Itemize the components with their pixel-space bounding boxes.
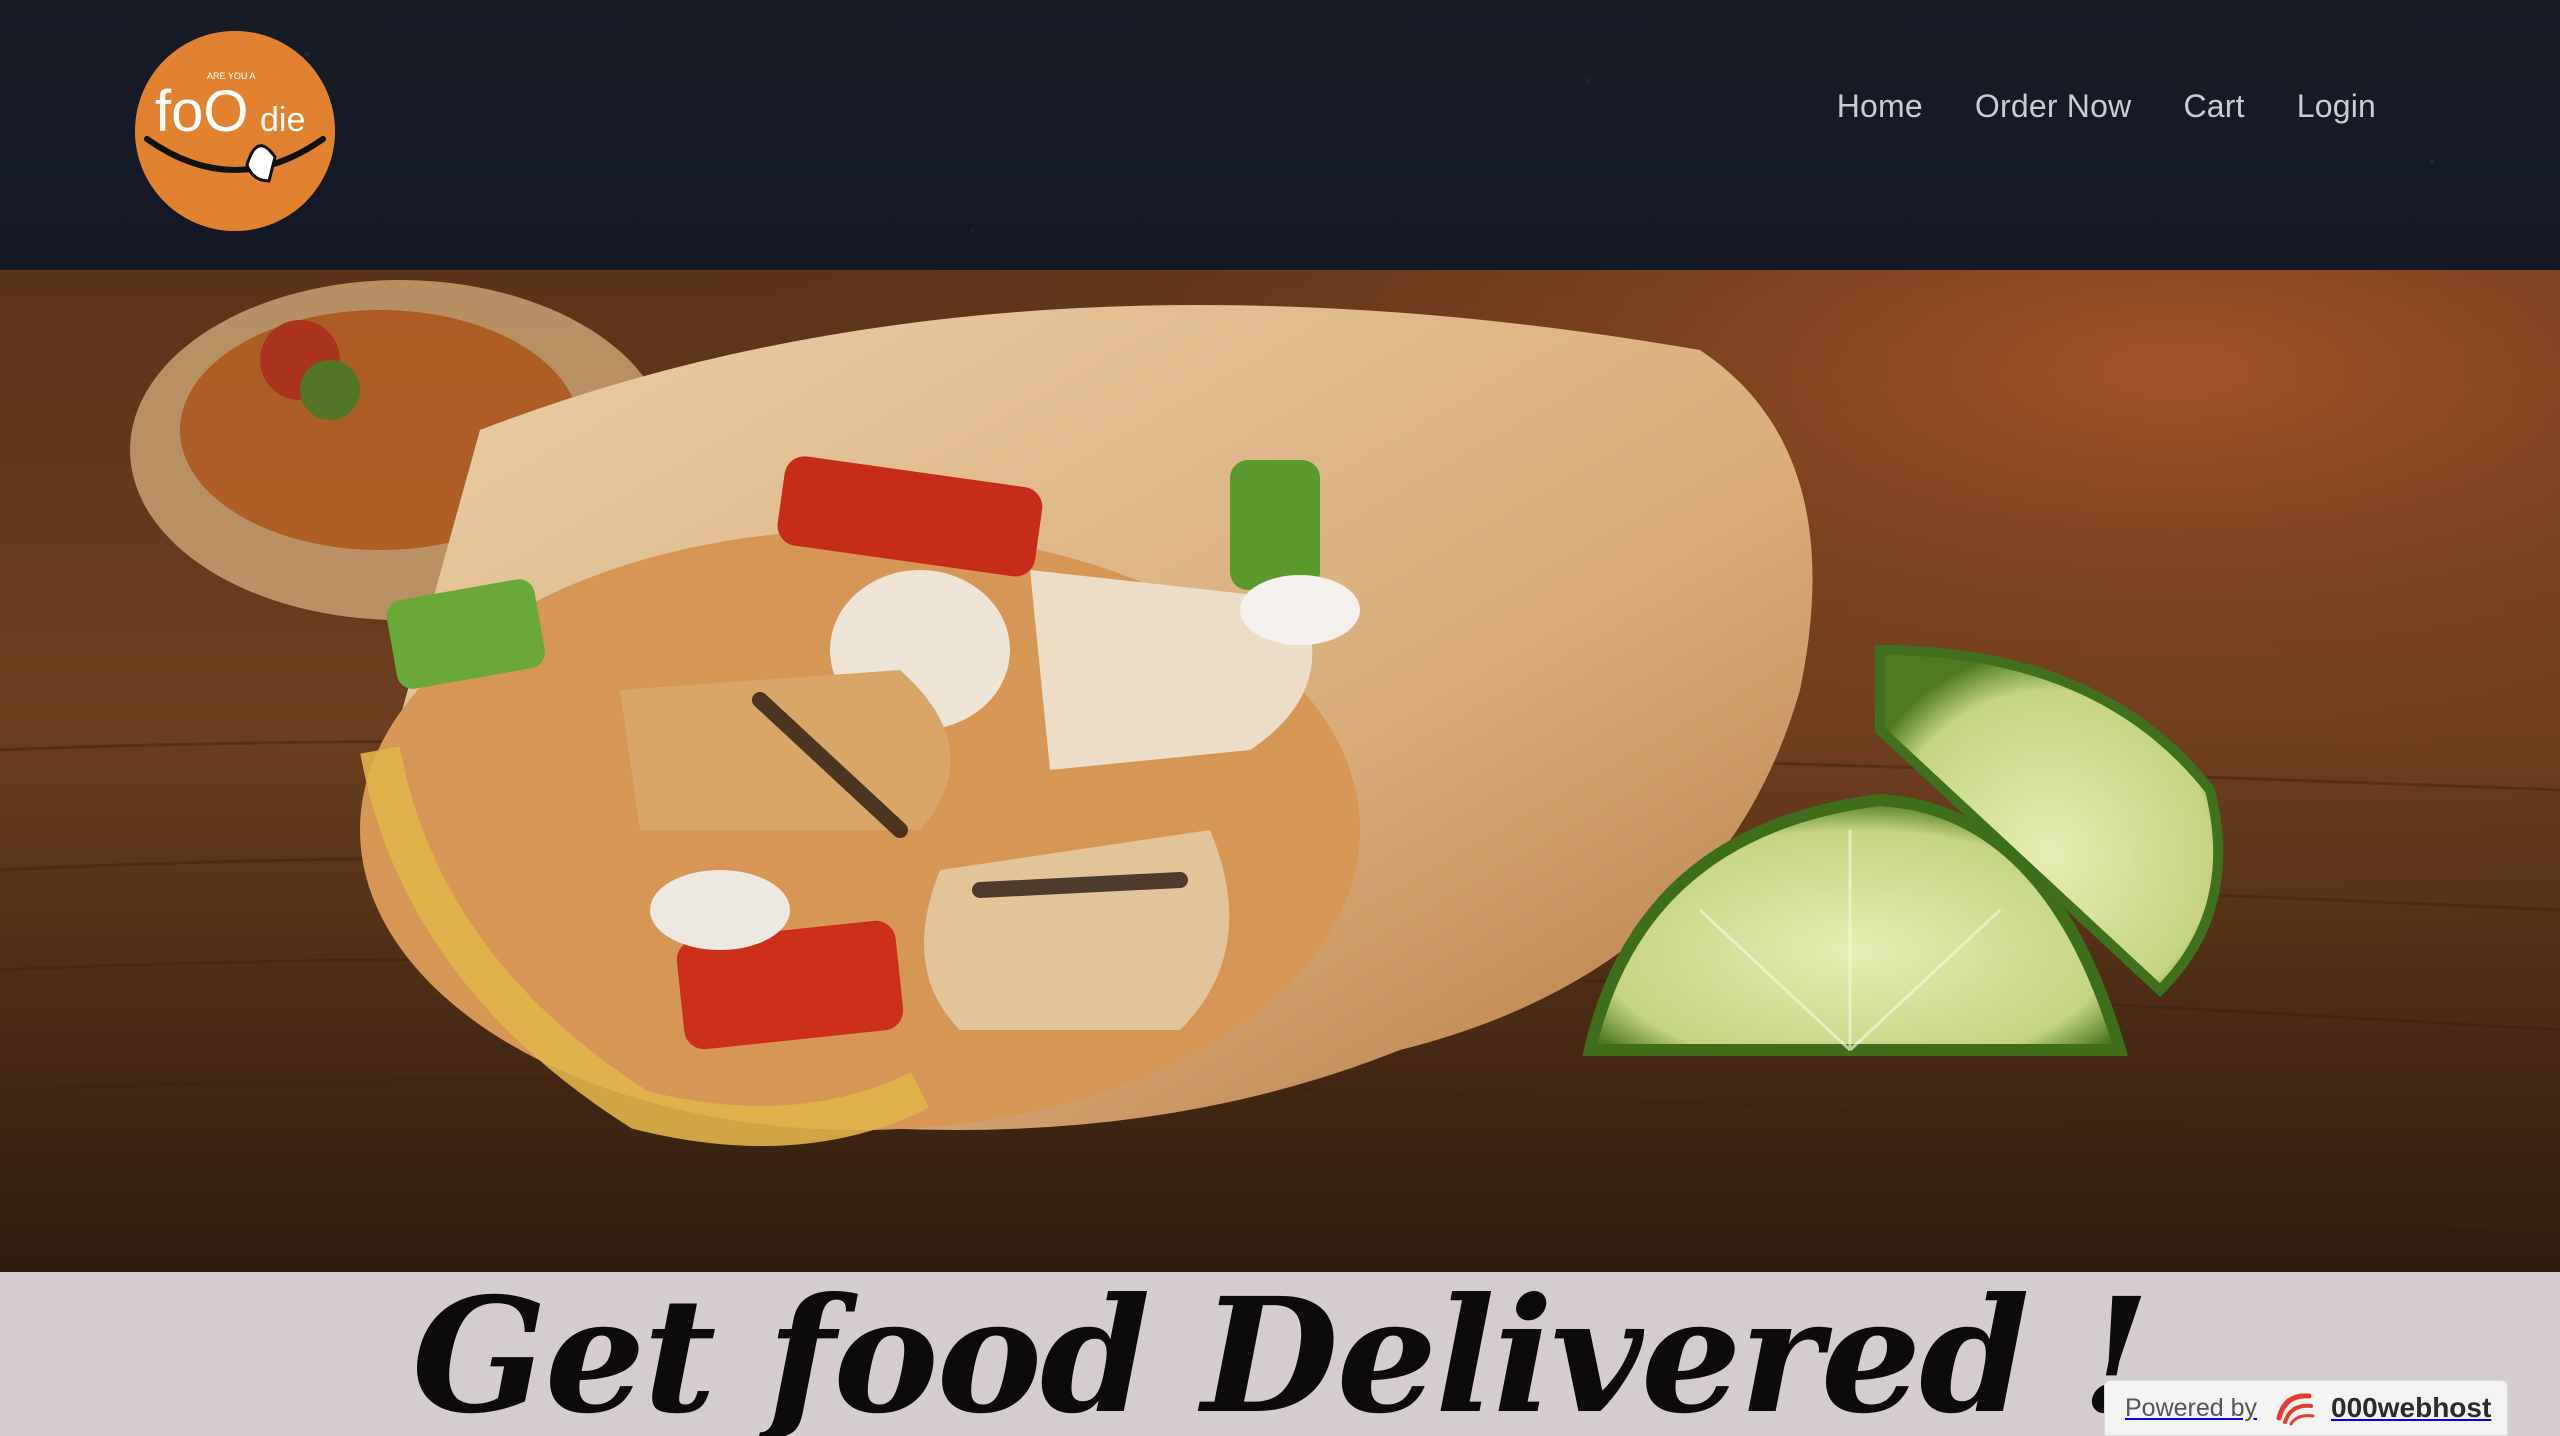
svg-text:die: die <box>260 101 305 139</box>
foodie-logo-icon: ARE YOU A foO die <box>135 31 335 231</box>
nav-cart-link[interactable]: Cart <box>2183 88 2244 125</box>
site-header: ARE YOU A foO die Home Order Now Cart Lo… <box>0 0 2560 270</box>
svg-text:foO: foO <box>155 79 249 144</box>
nav-order-now-link[interactable]: Order Now <box>1975 88 2132 125</box>
powered-by-badge[interactable]: Powered by 000webhost <box>2104 1380 2508 1436</box>
main-nav: Home Order Now Cart Login <box>1837 88 2376 125</box>
nav-login-link[interactable]: Login <box>2297 88 2376 125</box>
000webhost-logo-icon <box>2276 1393 2315 1426</box>
000webhost-label: 000webhost <box>2331 1392 2492 1423</box>
nav-home-link[interactable]: Home <box>1837 88 1923 125</box>
burrito-illustration <box>0 270 2560 1272</box>
hero-image <box>0 270 2560 1272</box>
powered-by-label: Powered by <box>2125 1393 2258 1422</box>
foodie-logo[interactable]: ARE YOU A foO die <box>135 31 335 231</box>
